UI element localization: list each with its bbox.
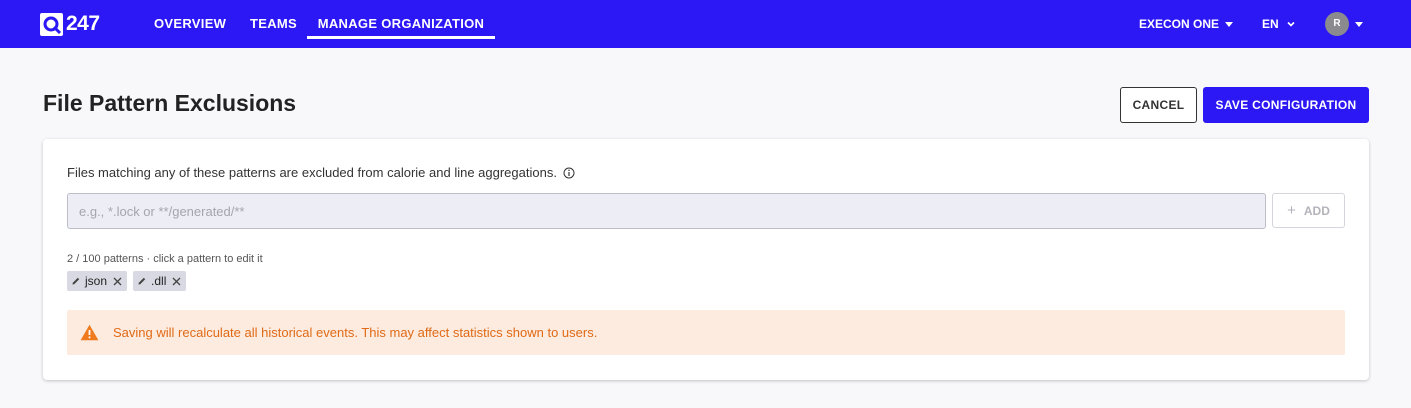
warning-icon bbox=[80, 324, 99, 341]
nav-item-overview[interactable]: OVERVIEW bbox=[154, 0, 226, 48]
cancel-button[interactable]: CANCEL bbox=[1120, 87, 1197, 123]
user-menu[interactable]: R bbox=[1325, 0, 1363, 48]
pattern-input[interactable] bbox=[67, 193, 1266, 229]
page-title: File Pattern Exclusions bbox=[43, 90, 297, 116]
logo[interactable]: 247 bbox=[40, 12, 100, 36]
pattern-chip[interactable]: json bbox=[67, 271, 128, 291]
pencil-icon bbox=[72, 277, 80, 285]
pencil-icon bbox=[138, 277, 146, 285]
caret-down-icon bbox=[1355, 21, 1363, 27]
pattern-chip[interactable]: .dll bbox=[133, 271, 187, 291]
pattern-count: 2 / 100 patterns · click a pattern to ed… bbox=[67, 253, 263, 265]
description: Files matching any of these patterns are… bbox=[67, 165, 575, 180]
caret-down-icon bbox=[1225, 21, 1234, 27]
warning-text: Saving will recalculate all historical e… bbox=[113, 325, 598, 340]
language-label: EN bbox=[1262, 17, 1279, 31]
logo-mark-icon bbox=[40, 12, 63, 36]
organization-selector[interactable]: EXECON ONE bbox=[1139, 0, 1234, 48]
pattern-chip-label: .dll bbox=[151, 274, 167, 288]
top-navigation-bar: 247 OVERVIEW TEAMS MANAGE ORGANIZATION E… bbox=[0, 0, 1411, 48]
remove-pattern-icon[interactable] bbox=[113, 277, 122, 286]
organization-name: EXECON ONE bbox=[1139, 17, 1220, 31]
pattern-chip-label: json bbox=[85, 274, 108, 288]
chevron-down-icon bbox=[1287, 21, 1295, 27]
language-selector[interactable]: EN bbox=[1262, 0, 1295, 48]
nav-item-teams[interactable]: TEAMS bbox=[250, 0, 297, 48]
add-label: ADD bbox=[1303, 203, 1330, 218]
plus-icon: + bbox=[1287, 202, 1296, 219]
info-icon[interactable] bbox=[563, 167, 575, 179]
logo-text: 247 bbox=[66, 12, 100, 35]
save-configuration-button[interactable]: SAVE CONFIGURATION bbox=[1203, 87, 1369, 123]
remove-pattern-icon[interactable] bbox=[172, 277, 181, 286]
pattern-list: json .dll bbox=[67, 271, 192, 291]
add-pattern-button[interactable]: + ADD bbox=[1272, 193, 1345, 228]
nav-item-manage-organization[interactable]: MANAGE ORGANIZATION bbox=[307, 0, 495, 48]
exclusions-card: Files matching any of these patterns are… bbox=[43, 139, 1369, 380]
description-text: Files matching any of these patterns are… bbox=[67, 165, 557, 180]
recalculation-warning: Saving will recalculate all historical e… bbox=[67, 310, 1345, 355]
avatar: R bbox=[1325, 12, 1349, 36]
